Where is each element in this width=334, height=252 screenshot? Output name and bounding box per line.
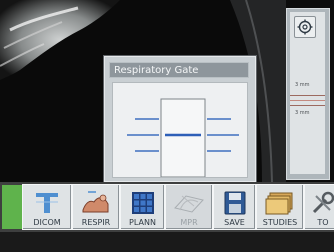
slice-marker-line-mid[interactable] [290, 100, 325, 101]
slice-thickness-label-lower: 3 mm [295, 110, 310, 116]
respiratory-gate-dialog[interactable]: Respiratory Gate [104, 56, 256, 182]
gate-window [160, 98, 206, 177]
tools-icon [312, 191, 334, 214]
respiration-button-label: RESPIR [81, 218, 111, 227]
app-screen: Respiratory Gate 3 mm 3 mm DICOM RESPIR … [0, 0, 334, 252]
tools-button[interactable]: TO [304, 184, 334, 230]
settings-button[interactable] [294, 16, 316, 38]
gate-diagram [127, 98, 239, 177]
mpr-button[interactable]: MPR [165, 184, 213, 230]
respiratory-gate-plot[interactable] [112, 82, 248, 178]
slice-thickness-label-upper: 3 mm [295, 82, 310, 88]
studies-folder-icon [265, 192, 293, 215]
tools-button-label: TO [317, 218, 329, 227]
side-panel-inner: 3 mm 3 mm [290, 12, 325, 174]
floppy-disk-icon [224, 191, 245, 215]
planning-grid-icon [131, 192, 154, 214]
respiration-button[interactable]: RESPIR [72, 184, 120, 230]
bottom-bezel [0, 232, 334, 252]
planning-button-label: PLANN [129, 218, 156, 227]
mpr-icon [174, 195, 204, 213]
slice-marker-line-lower [290, 105, 325, 106]
dicom-button-label: DICOM [33, 218, 61, 227]
studies-button-label: STUDIES [262, 218, 298, 227]
dicom-button[interactable]: DICOM [22, 184, 72, 230]
mpr-button-label: MPR [180, 218, 198, 227]
status-indicator [2, 185, 22, 229]
studies-button[interactable]: STUDIES [256, 184, 304, 230]
save-button[interactable]: SAVE [213, 184, 256, 230]
dialog-title: Respiratory Gate [109, 62, 249, 78]
dicom-icon [36, 193, 58, 213]
planning-button[interactable]: PLANN [120, 184, 165, 230]
save-button-label: SAVE [224, 218, 245, 227]
slice-side-panel: 3 mm 3 mm [286, 8, 330, 180]
slice-marker-line-upper [290, 95, 325, 96]
respiration-icon [82, 191, 109, 213]
bottom-toolbar: DICOM RESPIR PLANN MPR SAVE STUDIES TO [0, 182, 334, 232]
gear-icon [297, 19, 313, 35]
